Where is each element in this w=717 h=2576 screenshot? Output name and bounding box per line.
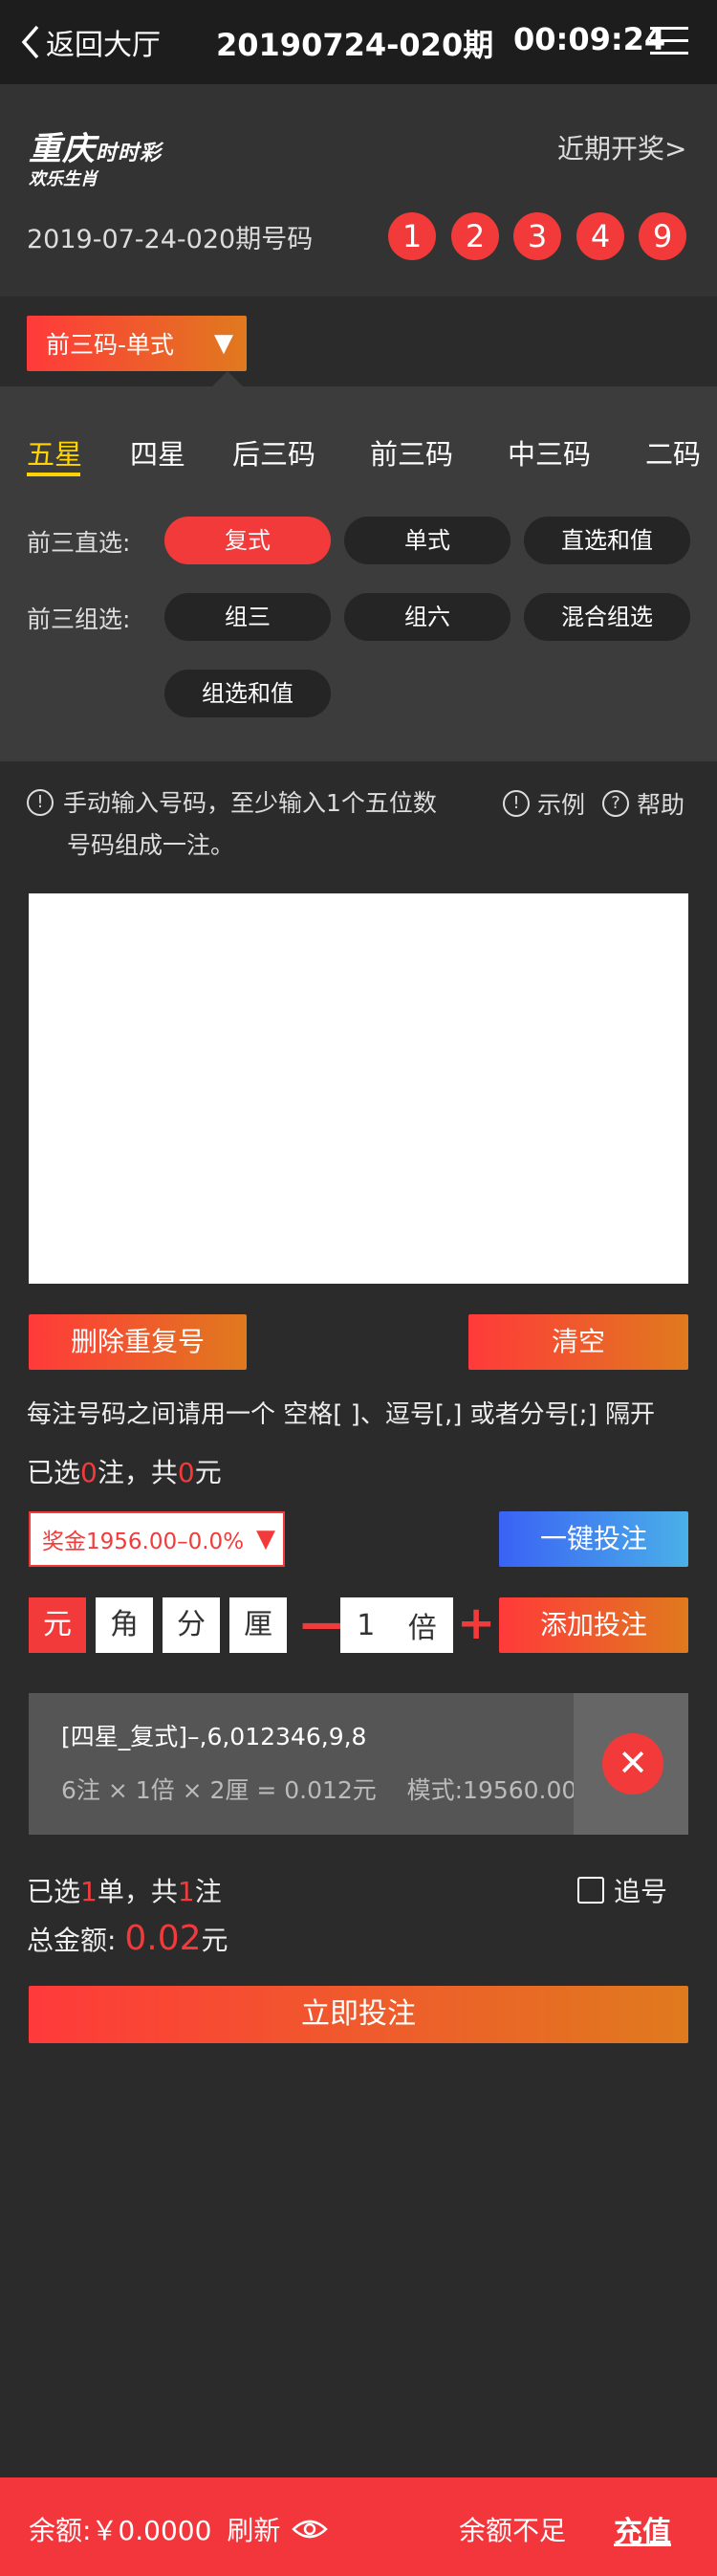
close-icon[interactable]: ✕ (602, 1733, 663, 1794)
back-label: 返回大厅 (46, 29, 161, 62)
pointer-arrow (212, 371, 243, 386)
input-hint: ! 手动输入号码，至少输入1个五位数 号码组成一注。 (27, 782, 447, 867)
group-select-label: 前三组选: (27, 605, 131, 633)
bet-detail: 6注 × 1倍 × 2厘 = 0.012元 模式:19560.00 (61, 1776, 577, 1804)
play-mode-dropdown[interactable]: 前三码-单式 ▼ (27, 316, 247, 371)
period-title: 20190724-020期 (216, 27, 494, 63)
eye-icon[interactable] (292, 2518, 329, 2541)
place-bet-button[interactable]: 立即投注 (29, 1986, 688, 2043)
info-icon: ! (503, 790, 530, 817)
result-ball: 9 (639, 212, 686, 260)
option-single[interactable]: 单式 (344, 517, 511, 564)
order-summary: 已选1单，共1注 (27, 1876, 222, 1907)
recharge-link[interactable]: 充值 (614, 2508, 671, 2550)
help-link[interactable]: ? 帮助 (602, 786, 684, 821)
balance-display: 余额:￥0.0000 刷新 (29, 2510, 329, 2548)
result-ball: 2 (451, 212, 499, 260)
clear-button[interactable]: 清空 (468, 1314, 688, 1370)
back-to-lobby-button[interactable]: 返回大厅 (21, 19, 161, 65)
insufficient-balance-text: 余额不足 (459, 2515, 567, 2546)
separator-instruction: 每注号码之间请用一个 空格[ ]、逗号[,] 或者分号[;] 隔开 (27, 1400, 655, 1429)
option-direct-sum[interactable]: 直选和值 (524, 517, 690, 564)
lottery-info-panel (0, 84, 717, 297)
number-input-area[interactable] (29, 893, 688, 1284)
checkbox-icon (577, 1877, 604, 1904)
option-mixed-group[interactable]: 混合组选 (524, 593, 690, 641)
option-group-sum[interactable]: 组选和值 (164, 670, 331, 717)
result-ball: 4 (576, 212, 624, 260)
chevron-left-icon (21, 25, 39, 59)
refresh-button[interactable]: 刷新 (227, 2510, 280, 2548)
total-amount: 总金额: 0.02元 (27, 1919, 228, 1958)
menu-icon[interactable] (650, 27, 688, 57)
option-group-three[interactable]: 组三 (164, 593, 331, 641)
tab-four-star[interactable]: 四星 (130, 432, 185, 473)
multiplier-field[interactable]: 1 倍 (340, 1597, 453, 1653)
unit-yuan[interactable]: 元 (29, 1597, 86, 1653)
tab-middle-three[interactable]: 中三码 (508, 432, 591, 473)
selected-summary: 已选0注，共0元 (27, 1457, 222, 1488)
tab-two[interactable]: 二码 (645, 432, 701, 473)
play-options-panel (0, 386, 717, 761)
dropdown-arrow-icon: ▼ (214, 329, 233, 358)
countdown-timer: 00:09:24 (513, 21, 666, 57)
increase-multiplier-button[interactable]: + (457, 1596, 495, 1651)
add-bet-button[interactable]: 添加投注 (499, 1597, 688, 1653)
result-ball: 1 (388, 212, 436, 260)
result-ball: 3 (513, 212, 561, 260)
recent-draws-link[interactable]: 近期开奖> (557, 128, 686, 166)
lottery-logo: 重庆时时彩 欢乐生肖 (29, 130, 163, 189)
bet-title: [四星_复式]–,6,012346,9,8 (61, 1723, 367, 1750)
unit-jiao[interactable]: 角 (96, 1597, 153, 1653)
example-link[interactable]: ! 示例 (503, 786, 585, 821)
unit-li[interactable]: 厘 (229, 1597, 287, 1653)
tab-first-three[interactable]: 前三码 (370, 432, 453, 473)
unit-fen[interactable]: 分 (163, 1597, 220, 1653)
option-compound[interactable]: 复式 (164, 517, 331, 564)
tab-last-three[interactable]: 后三码 (232, 432, 315, 473)
question-icon: ? (602, 790, 629, 817)
chase-checkbox[interactable]: 追号 (577, 1871, 667, 1909)
prize-rebate-select[interactable]: 奖金1956.00–0.0% ▼ (29, 1511, 285, 1567)
multiplier-value: 1 (357, 1608, 376, 1642)
direct-select-label: 前三直选: (27, 529, 131, 557)
dropdown-arrow-icon: ▼ (256, 1525, 275, 1553)
tab-five-star[interactable]: 五星 (27, 432, 82, 473)
one-click-bet-button[interactable]: 一键投注 (499, 1511, 688, 1567)
delete-duplicates-button[interactable]: 删除重复号 (29, 1314, 247, 1370)
info-icon: ! (27, 789, 54, 816)
decrease-multiplier-button[interactable]: — (300, 1596, 346, 1651)
issue-label: 2019-07-24-020期号码 (27, 225, 314, 254)
active-tab-underline (27, 473, 80, 476)
multiplier-unit: 倍 (407, 1612, 437, 1645)
option-group-six[interactable]: 组六 (344, 593, 511, 641)
